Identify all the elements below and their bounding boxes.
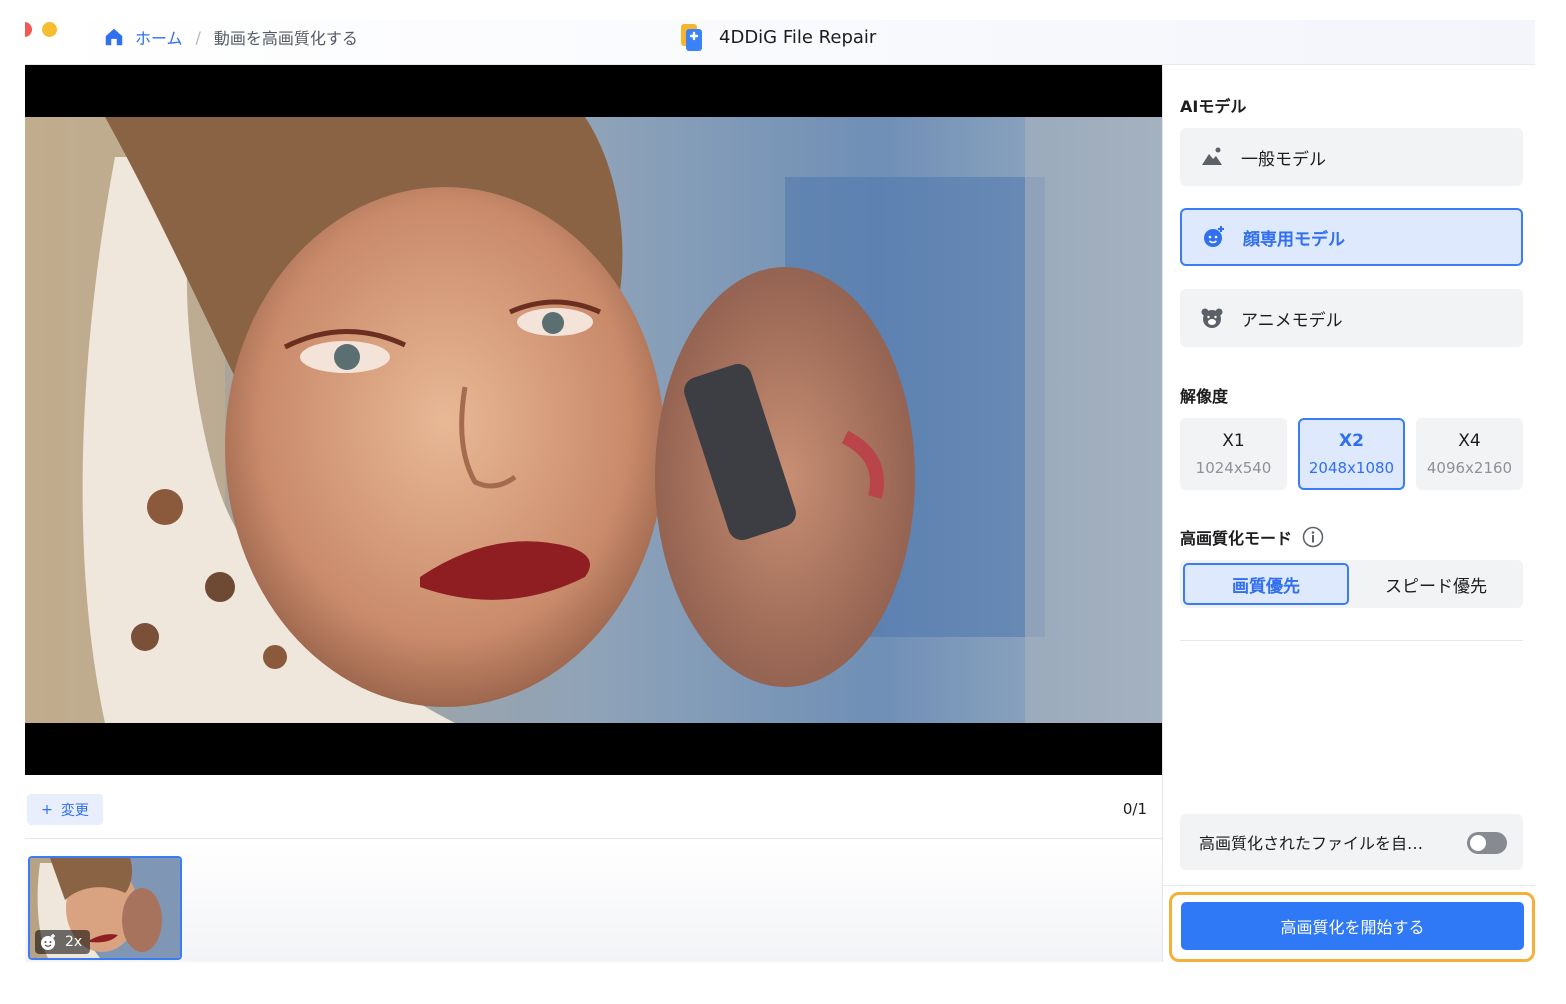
- model-option-anime[interactable]: アニメモデル: [1180, 289, 1523, 347]
- ai-model-title: AIモデル: [1180, 97, 1247, 116]
- app-logo-icon: [681, 24, 702, 51]
- divider: [1163, 885, 1535, 886]
- mode-title-row: 高画質化モード: [1180, 525, 1324, 549]
- change-video-button[interactable]: + 変更: [27, 794, 103, 825]
- face-icon: [1202, 225, 1226, 249]
- model-option-general[interactable]: 一般モデル: [1180, 128, 1523, 186]
- autosave-option: 高画質化されたファイルを自…: [1180, 814, 1523, 870]
- breadcrumb-home-link[interactable]: ホーム: [135, 25, 183, 49]
- resolution-option-x1-label: X1: [1222, 431, 1245, 451]
- divider: [1180, 640, 1523, 641]
- model-option-anime-label: アニメモデル: [1241, 310, 1343, 331]
- thumbnail-scale-label: 2x: [65, 934, 83, 950]
- autosave-toggle[interactable]: [1467, 832, 1507, 854]
- video-frame: [25, 117, 1162, 723]
- breadcrumb-separator: /: [195, 27, 201, 47]
- thumbnail-strip: 2x: [25, 838, 1162, 962]
- start-button-highlight: 高画質化を開始する: [1169, 892, 1535, 962]
- resolution-title: 解像度: [1180, 387, 1229, 406]
- close-window-button[interactable]: [25, 22, 32, 37]
- breadcrumb: ホーム / 動画を高画質化する: [103, 24, 358, 50]
- video-frame-image: [25, 117, 1162, 723]
- app-window: ホーム / 動画を高画質化する 4DDiG File Repair + 変更 0…: [25, 20, 1535, 962]
- mode-option-quality[interactable]: 画質優先: [1183, 563, 1349, 605]
- bear-icon: [1200, 306, 1224, 330]
- model-option-face[interactable]: 顔専用モデル: [1180, 208, 1523, 266]
- resolution-option-x4-label: X4: [1458, 431, 1481, 451]
- model-option-face-label: 顔専用モデル: [1243, 229, 1345, 250]
- resolution-option-x2[interactable]: X2 2048x1080: [1298, 418, 1405, 490]
- mode-title: 高画質化モード: [1180, 529, 1293, 548]
- model-option-general-label: 一般モデル: [1241, 149, 1326, 170]
- settings-panel: AIモデル 一般モデル 顔専用モデル アニメモデル 解像度 X1 1024x54…: [1162, 65, 1535, 962]
- face-icon: [41, 934, 55, 950]
- mode-option-speed[interactable]: スピード優先: [1352, 563, 1520, 605]
- app-title: 4DDiG File Repair: [677, 21, 876, 53]
- video-thumbnail[interactable]: 2x: [28, 856, 182, 960]
- resolution-option-x2-size: 2048x1080: [1308, 459, 1395, 477]
- thumbnail-badge: 2x: [35, 930, 91, 954]
- title-bar: ホーム / 動画を高画質化する 4DDiG File Repair: [25, 20, 1535, 65]
- video-preview[interactable]: [25, 65, 1162, 775]
- change-button-label: 変更: [60, 802, 89, 819]
- start-enhance-button[interactable]: 高画質化を開始する: [1181, 902, 1524, 950]
- app-title-text: 4DDiG File Repair: [719, 26, 877, 48]
- autosave-label: 高画質化されたファイルを自…: [1199, 834, 1424, 853]
- resolution-option-x1[interactable]: X1 1024x540: [1180, 418, 1287, 490]
- resolution-option-x4-size: 4096x2160: [1426, 459, 1513, 477]
- resolution-option-x1-size: 1024x540: [1195, 459, 1272, 477]
- minimize-window-button[interactable]: [42, 22, 57, 37]
- home-icon[interactable]: [103, 26, 125, 48]
- info-icon[interactable]: [1302, 526, 1324, 548]
- plus-icon: +: [41, 801, 53, 818]
- resolution-option-x4[interactable]: X4 4096x2160: [1416, 418, 1523, 490]
- landscape-icon: [1200, 145, 1224, 169]
- resolution-option-x2-label: X2: [1339, 431, 1364, 451]
- breadcrumb-current: 動画を高画質化する: [213, 29, 358, 48]
- page-counter: 0/1: [1122, 800, 1147, 818]
- mode-segmented-control: 画質優先 スピード優先: [1180, 560, 1523, 608]
